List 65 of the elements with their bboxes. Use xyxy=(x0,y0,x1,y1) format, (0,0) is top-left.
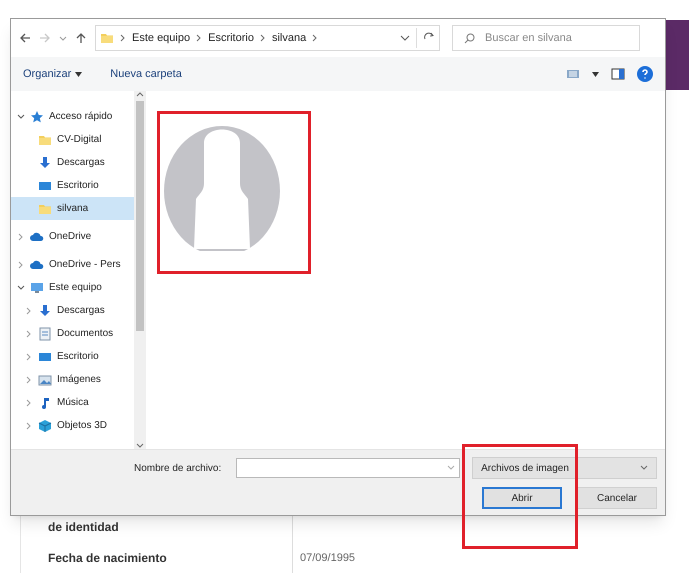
sidebar-item[interactable]: Escritorio xyxy=(11,174,134,197)
sidebar-item[interactable]: Escritorio xyxy=(11,345,134,368)
chevron-right-icon xyxy=(25,330,33,338)
search-icon xyxy=(464,33,475,44)
file-type-dropdown[interactable]: Archivos de imagen xyxy=(472,457,657,479)
cube-icon xyxy=(38,418,52,432)
up-arrow-icon[interactable] xyxy=(75,32,87,44)
sidebar-item[interactable]: CV-Digital xyxy=(11,128,134,151)
chevron-right-icon xyxy=(25,398,33,406)
dialog-button[interactable]: Cancelar xyxy=(577,487,657,509)
sidebar-item[interactable]: Música xyxy=(11,391,134,414)
computer-icon xyxy=(30,280,44,294)
sidebar-item[interactable]: Imágenes xyxy=(11,368,134,391)
dropdown-caret-icon xyxy=(447,465,456,471)
chevron-right-icon xyxy=(196,34,202,42)
chevron-right-icon xyxy=(25,376,33,384)
dialog-button[interactable]: Abrir xyxy=(482,487,562,509)
breadcrumb-item[interactable]: silvana xyxy=(272,30,306,46)
form-label: Fecha de nacimiento xyxy=(48,550,167,567)
field-label: Nombre de archivo: xyxy=(134,462,222,476)
chevron-down-icon xyxy=(17,284,25,292)
sidebar-item[interactable]: Acceso rápido xyxy=(11,105,134,128)
chevron-right-icon xyxy=(17,260,25,268)
breadcrumb-item[interactable]: Escritorio xyxy=(208,30,254,46)
sidebar-item[interactable]: OneDrive xyxy=(11,225,134,248)
sidebar-item[interactable]: Descargas xyxy=(11,299,134,322)
form-label: de identidad xyxy=(48,519,119,536)
dropdown-caret-icon[interactable] xyxy=(400,34,410,42)
search-field[interactable]: Buscar en silvana xyxy=(452,25,640,51)
chevron-right-icon xyxy=(260,34,266,42)
chevron-down-icon xyxy=(640,465,648,471)
picture-icon xyxy=(38,372,52,386)
download-arrow-icon xyxy=(38,304,52,318)
folder-icon xyxy=(100,31,114,45)
chevron-right-icon xyxy=(120,34,126,42)
chevron-right-icon xyxy=(17,232,25,240)
chevron-right-icon xyxy=(25,422,33,430)
new-folder-button[interactable]: Nueva carpeta xyxy=(110,66,182,82)
document-icon xyxy=(38,326,52,340)
caret-icon[interactable] xyxy=(592,72,599,76)
caret-icon xyxy=(75,72,82,76)
sidebar-item[interactable]: silvana xyxy=(11,197,134,220)
preview-pane-icon[interactable] xyxy=(611,68,625,80)
address-bar[interactable]: Este equipo Escritorio silvana xyxy=(95,25,440,51)
header-band xyxy=(665,20,689,90)
star-icon xyxy=(30,110,44,124)
back-arrow-icon[interactable] xyxy=(19,32,31,44)
sidebar-item[interactable]: Descargas xyxy=(11,151,134,174)
form-value: 07/09/1995 xyxy=(300,551,356,566)
chevron-right-icon xyxy=(312,34,318,42)
organize-menu[interactable]: Organizar xyxy=(23,66,82,82)
sidebar-item[interactable]: OneDrive - Pers xyxy=(11,253,134,276)
sidebar-item[interactable]: Este equipo xyxy=(11,276,134,299)
filename-field[interactable] xyxy=(236,458,460,478)
help-icon[interactable] xyxy=(637,66,653,82)
download-arrow-icon xyxy=(38,156,52,170)
chevron-down-icon xyxy=(136,443,144,449)
sidebar-item[interactable]: Objetos 3D xyxy=(11,414,134,437)
chevron-right-icon xyxy=(25,306,33,314)
chevron-right-icon xyxy=(25,352,33,360)
chevron-down-icon xyxy=(17,112,25,120)
scrollbar[interactable] xyxy=(134,91,146,449)
breadcrumb-item[interactable]: Este equipo xyxy=(132,30,190,46)
sidebar-item[interactable]: Documentos xyxy=(11,322,134,345)
chevron-up-icon xyxy=(136,91,144,97)
